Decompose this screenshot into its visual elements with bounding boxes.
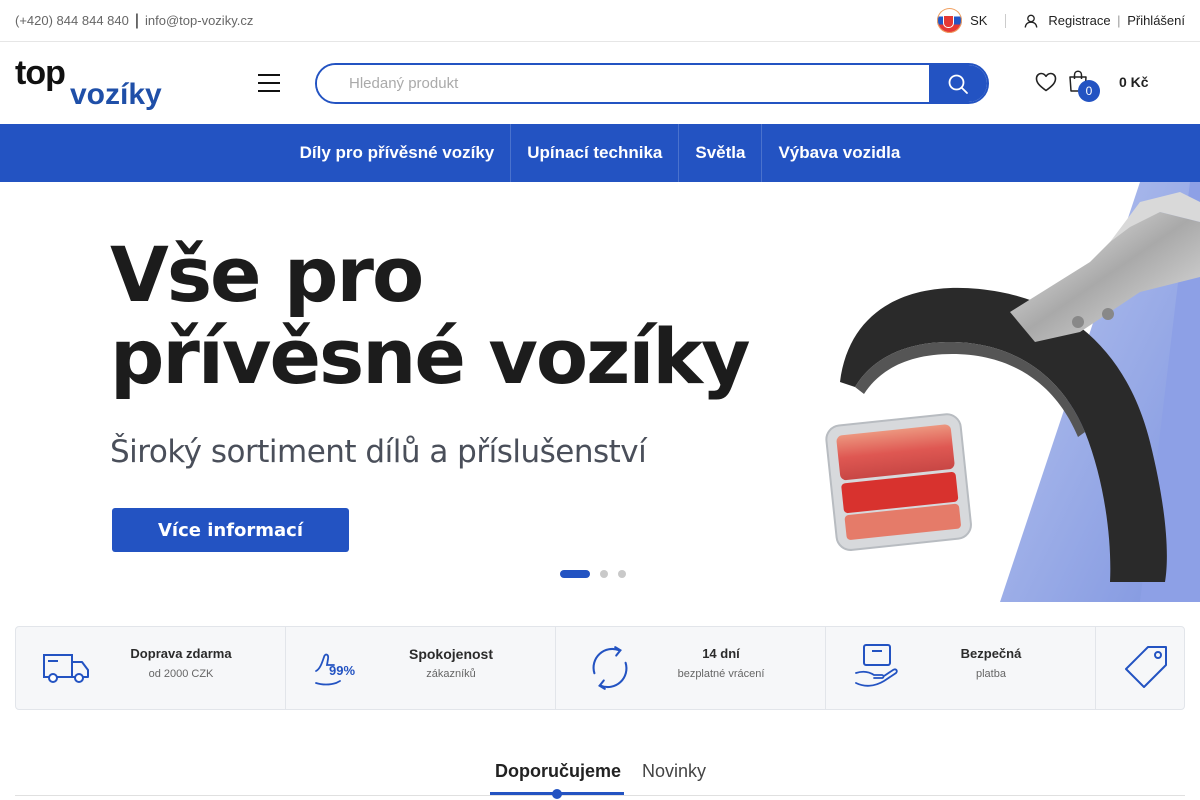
slider-dot-2[interactable] bbox=[600, 570, 608, 578]
feature-subtitle: bezplatné vrácení bbox=[677, 668, 765, 680]
wishlist-heart-icon[interactable] bbox=[1035, 72, 1057, 92]
feature-secure-payment: Bezpečná platba bbox=[826, 627, 1096, 709]
user-icon bbox=[1024, 14, 1038, 28]
login-link[interactable]: Přihlášení bbox=[1127, 13, 1185, 28]
hero-title: Vše pro přívěsné vozíky bbox=[110, 234, 750, 401]
hero-title-line-2: přívěsné vozíky bbox=[110, 312, 750, 401]
menu-hamburger-icon[interactable] bbox=[258, 74, 280, 92]
more-info-button[interactable]: Více informací bbox=[112, 508, 349, 552]
main-navigation: Díly pro přívěsné vozíky Upínací technik… bbox=[0, 124, 1200, 182]
top-bar-right: SK Registrace | Přihlášení bbox=[937, 8, 1185, 33]
slider-dot-3[interactable] bbox=[618, 570, 626, 578]
language-switch[interactable]: SK bbox=[970, 13, 987, 28]
logo-top-text: top bbox=[15, 54, 66, 92]
contact-info: (+420) 844 844 840 | info@top-voziky.cz bbox=[15, 12, 253, 30]
cart-count-badge[interactable]: 0 bbox=[1078, 80, 1100, 102]
hero-banner: Vše pro přívěsné vozíky Široký sortiment… bbox=[0, 182, 1200, 602]
search-button[interactable] bbox=[929, 65, 987, 102]
feature-subtitle: zákazníků bbox=[426, 668, 476, 680]
secure-payment-icon bbox=[855, 644, 898, 687]
nav-item-vehicle-equipment[interactable]: Výbava vozidla bbox=[762, 124, 916, 182]
hero-subtitle: Široký sortiment dílů a příslušenství bbox=[110, 434, 647, 470]
top-bar: (+420) 844 844 840 | info@top-voziky.cz … bbox=[0, 0, 1200, 42]
register-link[interactable]: Registrace bbox=[1048, 13, 1110, 28]
cart-total[interactable]: 0 Kč bbox=[1119, 74, 1149, 90]
feature-price-tag bbox=[1096, 627, 1184, 709]
feature-returns: 14 dní bezplatné vrácení bbox=[556, 627, 826, 709]
logo-bottom-text: vozíky bbox=[70, 78, 162, 111]
search-bar bbox=[315, 63, 989, 104]
nav-item-tie-down[interactable]: Upínací technika bbox=[511, 124, 680, 182]
contact-separator: | bbox=[134, 11, 140, 29]
nav-item-trailer-parts[interactable]: Díly pro přívěsné vozíky bbox=[284, 124, 512, 182]
site-logo[interactable]: top vozíky bbox=[15, 56, 170, 112]
hero-title-line-1: Vše pro bbox=[110, 230, 424, 319]
truck-icon bbox=[43, 654, 89, 683]
slovak-flag-icon[interactable] bbox=[937, 8, 963, 33]
features-bar: Doprava zdarma od 2000 CZK 99% Spokojeno… bbox=[15, 626, 1185, 710]
tab-recommended[interactable]: Doporučujeme bbox=[495, 761, 621, 782]
product-tabs: Doporučujeme Novinky bbox=[15, 748, 1185, 799]
site-header: top vozíky 0 0 Kč bbox=[0, 42, 1200, 124]
feature-subtitle: od 2000 CZK bbox=[148, 668, 214, 680]
search-input[interactable] bbox=[317, 65, 929, 102]
email-link[interactable]: info@top-voziky.cz bbox=[145, 13, 253, 28]
price-tag-icon bbox=[1125, 646, 1167, 688]
feature-title: 14 dní bbox=[702, 646, 740, 661]
feature-satisfaction: 99% Spokojenost zákazníků bbox=[286, 627, 556, 709]
phone-link[interactable]: (+420) 844 844 840 bbox=[15, 13, 129, 28]
tab-new[interactable]: Novinky bbox=[642, 761, 706, 782]
feature-subtitle: platba bbox=[976, 668, 1006, 680]
return-cycle-icon bbox=[592, 646, 628, 690]
hero-product-image bbox=[825, 182, 1200, 602]
auth-links: Registrace | Přihlášení bbox=[1048, 13, 1185, 28]
thumbs-up-percent-text: 99% bbox=[329, 663, 355, 678]
slider-dot-1[interactable] bbox=[560, 570, 590, 578]
nav-item-lights[interactable]: Světla bbox=[679, 124, 763, 182]
search-icon bbox=[948, 74, 968, 94]
slider-dots bbox=[560, 570, 626, 578]
feature-title: Bezpečná bbox=[960, 646, 1022, 661]
auth-separator: | bbox=[1117, 13, 1121, 28]
thumbs-up-99-icon: 99% bbox=[315, 653, 355, 686]
divider bbox=[1005, 13, 1007, 28]
feature-free-shipping: Doprava zdarma od 2000 CZK bbox=[16, 627, 286, 709]
feature-title: Doprava zdarma bbox=[130, 646, 232, 661]
active-tab-indicator bbox=[552, 789, 562, 799]
feature-title: Spokojenost bbox=[408, 646, 493, 662]
